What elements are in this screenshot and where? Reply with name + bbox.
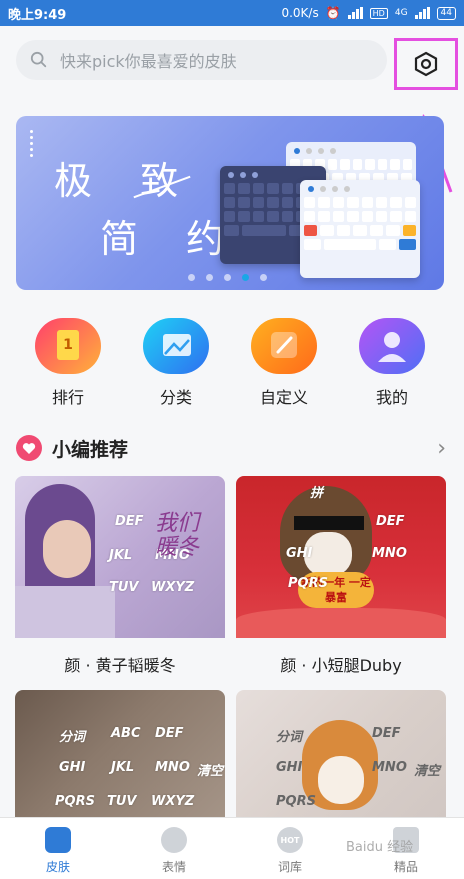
banner-headline-1: 极 致: [54, 159, 197, 203]
category-ranking[interactable]: 1 排行: [33, 318, 103, 408]
key-label: 清空: [414, 764, 441, 779]
key-label: GHI: [276, 760, 303, 775]
category-mine[interactable]: 我的: [357, 318, 427, 408]
key-label: JKL: [109, 548, 133, 563]
settings-icon: [414, 51, 438, 77]
editor-picks-header[interactable]: 小编推荐 ›: [16, 432, 446, 464]
key-label: ABC: [111, 726, 141, 741]
category-label: 我的: [375, 388, 408, 407]
signal-icon: [347, 7, 363, 19]
smiley-icon: [161, 827, 187, 853]
tab-label: 精品: [393, 860, 418, 874]
skin-card[interactable]: DEF JKL MNO TUV WXYZ 我们 暖冬 颜 · 黄子韬暖冬: [15, 476, 225, 676]
hd-badge: HD: [369, 7, 388, 19]
banner-dots-icon: [30, 130, 33, 157]
tab-skin[interactable]: 皮肤: [0, 818, 116, 879]
keyboard-preview-light: [300, 180, 420, 278]
key-label: GHI: [286, 546, 313, 561]
key-label: DEF: [115, 514, 144, 529]
category-icon: [143, 318, 209, 374]
profile-icon: [359, 318, 425, 374]
promo-banner[interactable]: 极 致 简 约: [16, 116, 444, 290]
ranking-badge: 1: [57, 330, 79, 360]
settings-button[interactable]: [394, 38, 458, 90]
dog-muzzle: [318, 756, 364, 804]
category-row: 1 排行 分类 自定义 我的: [0, 318, 464, 408]
key-label: MNO: [372, 546, 407, 561]
portrait-face: [43, 520, 91, 578]
overlay-text: 我们 暖冬: [155, 511, 200, 560]
net-speed: 0.0K/s: [281, 6, 319, 20]
search-bar[interactable]: 快来pick你最喜爱的皮肤: [16, 40, 387, 80]
watermark: Baidu 经验: [346, 840, 414, 855]
section-title: 小编推荐: [52, 438, 129, 461]
portrait-body: [15, 586, 115, 638]
key-label: WXYZ: [151, 580, 195, 595]
key-label: DEF: [372, 726, 401, 741]
key-label: PQRS: [288, 576, 328, 591]
key-label: PQRS: [55, 794, 95, 809]
signal-icon-2: [414, 7, 430, 19]
key-label: GHI: [59, 760, 86, 775]
skin-preview-image: DEF JKL MNO TUV WXYZ 我们 暖冬: [15, 476, 225, 638]
ranking-icon: 1: [35, 318, 101, 374]
banner-pager[interactable]: [188, 274, 267, 281]
skin-name: 颜 · 黄子韬暖冬: [64, 656, 176, 675]
key-label: WXYZ: [151, 794, 195, 809]
search-icon: [30, 51, 47, 68]
status-bar: 晚上9:49 0.0K/s ⏰ HD 4G 44: [0, 0, 464, 26]
search-placeholder: 快来pick你最喜爱的皮肤: [60, 52, 237, 71]
shirt-icon: [45, 827, 71, 853]
alarm-icon: ⏰: [325, 6, 341, 20]
key-label: 分词: [276, 730, 303, 745]
tab-emoji[interactable]: 表情: [116, 818, 232, 879]
skin-preview-image: 新的一年 一定暴富 拼 DEF GHI MNO PQRS: [236, 476, 446, 638]
key-label: TUV: [107, 794, 137, 809]
tab-label: 词库: [277, 860, 302, 874]
tab-label: 表情: [161, 860, 186, 874]
key-label: TUV: [109, 580, 139, 595]
category-label: 分类: [159, 388, 192, 407]
tab-lexicon[interactable]: HOT 词库: [232, 818, 348, 879]
key-label: DEF: [155, 726, 184, 741]
sunglasses-icon: [294, 516, 364, 530]
key-label: PQRS: [276, 794, 316, 809]
key-label: MNO: [372, 760, 407, 775]
key-label: 分词: [59, 730, 86, 745]
key-label: MNO: [155, 760, 190, 775]
key-label: 清空: [197, 764, 224, 779]
skin-name: 颜 · 小短腿Duby: [280, 656, 402, 675]
key-label: 拼: [310, 486, 324, 501]
battery-indicator: 44: [436, 6, 456, 20]
key-label: DEF: [376, 514, 405, 529]
status-time: 晚上9:49: [8, 7, 67, 23]
customize-icon: [251, 318, 317, 374]
chevron-right-icon[interactable]: ›: [437, 436, 446, 461]
tab-label: 皮肤: [45, 860, 70, 874]
category-label: 排行: [51, 388, 84, 407]
hot-icon: HOT: [277, 827, 303, 853]
network-type: 4G: [394, 8, 408, 18]
heart-icon: [16, 435, 42, 461]
category-customize[interactable]: 自定义: [249, 318, 319, 408]
decor-wave: [236, 608, 446, 638]
key-label: JKL: [111, 760, 135, 775]
category-label: 自定义: [259, 388, 308, 407]
category-classify[interactable]: 分类: [141, 318, 211, 408]
skin-card[interactable]: 新的一年 一定暴富 拼 DEF GHI MNO PQRS 颜 · 小短腿Duby: [236, 476, 446, 676]
